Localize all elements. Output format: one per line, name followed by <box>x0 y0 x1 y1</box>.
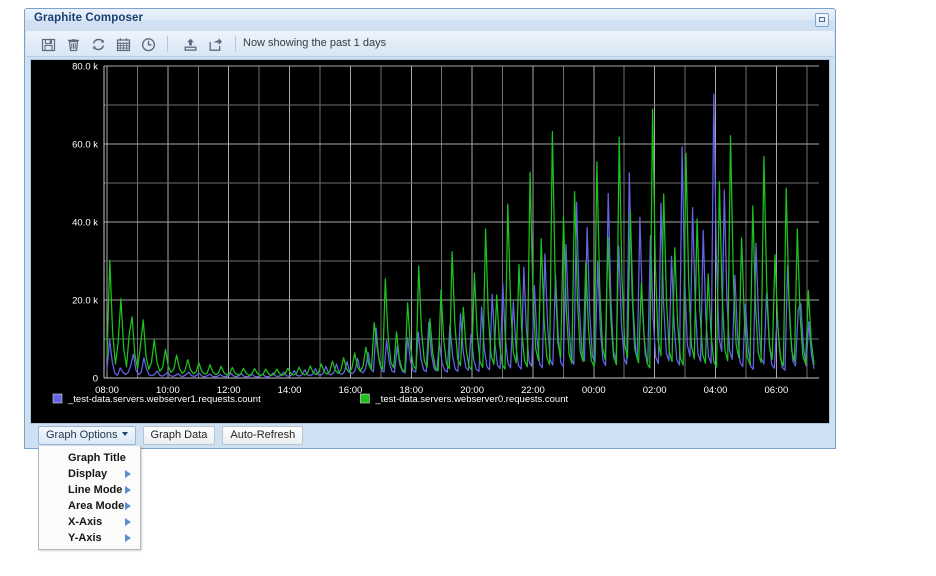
chevron-right-icon <box>125 534 131 542</box>
y-axis-tick-label: 20.0 k <box>72 296 98 307</box>
y-axis-tick-label: 60.0 k <box>72 140 98 151</box>
window-title: Graphite Composer <box>34 12 143 24</box>
composer-toolbar: Now showing the past 1 days <box>26 31 834 57</box>
calendar-icon[interactable] <box>114 35 133 54</box>
graphite-composer-window: Graphite Composer <box>24 8 836 449</box>
auto-refresh-button[interactable]: Auto-Refresh <box>222 426 303 445</box>
x-axis-tick-label: 14:00 <box>278 385 302 396</box>
y-axis-tick-label: 40.0 k <box>72 218 98 229</box>
legend-label: _test-data.servers.webserver1.requests.c… <box>67 394 261 405</box>
menu-item-y-axis[interactable]: Y-Axis <box>39 530 140 546</box>
legend-label: _test-data.servers.webserver0.requests.c… <box>374 394 568 405</box>
restore-icon <box>819 17 825 22</box>
refresh-icon[interactable] <box>89 35 108 54</box>
y-axis-tick-label: 80.0 k <box>72 62 98 73</box>
upload-icon[interactable] <box>181 35 200 54</box>
screen-root: Graphite Composer <box>0 0 936 576</box>
graph-options-label: Graph Options <box>46 429 118 441</box>
clock-icon[interactable] <box>139 35 158 54</box>
toolbar-separator-1 <box>167 36 168 52</box>
graph-image[interactable]: 80.0 k60.0 k40.0 k20.0 k008:0010:0012:00… <box>30 59 830 424</box>
x-axis-tick-label: 00:00 <box>582 385 606 396</box>
restore-window-button[interactable] <box>815 13 829 27</box>
menu-item-label: Line Mode <box>68 484 122 496</box>
time-range-status: Now showing the past 1 days <box>243 37 386 49</box>
share-icon[interactable] <box>206 35 225 54</box>
y-axis-tick-label: 0 <box>93 374 98 385</box>
save-icon[interactable] <box>39 35 58 54</box>
menu-item-label: Display <box>68 468 107 480</box>
menu-item-display[interactable]: Display <box>39 466 140 482</box>
legend-swatch <box>360 394 369 403</box>
legend-swatch <box>53 394 62 403</box>
menu-item-label: Graph Title <box>68 452 126 464</box>
menu-item-area-mode[interactable]: Area Mode <box>39 498 140 514</box>
chevron-right-icon <box>125 502 131 510</box>
toolbar-separator-2 <box>235 36 236 52</box>
chevron-down-icon <box>122 432 128 436</box>
x-axis-tick-label: 16:00 <box>339 385 363 396</box>
graph-options-button[interactable]: Graph Options <box>38 426 136 445</box>
menu-item-line-mode[interactable]: Line Mode <box>39 482 140 498</box>
graph-controls-bar: Graph Options Graph Data Auto-Refresh <box>38 426 310 445</box>
chevron-right-icon <box>125 470 131 478</box>
menu-item-label: Y-Axis <box>68 532 102 544</box>
menu-item-label: X-Axis <box>68 516 102 528</box>
window-titlebar[interactable]: Graphite Composer <box>25 9 835 32</box>
menu-item-label: Area Mode <box>68 500 124 512</box>
chevron-right-icon <box>125 486 131 494</box>
x-axis-tick-label: 02:00 <box>643 385 667 396</box>
graph-canvas: 80.0 k60.0 k40.0 k20.0 k008:0010:0012:00… <box>31 60 829 423</box>
chevron-right-icon <box>125 518 131 526</box>
graph-data-button[interactable]: Graph Data <box>143 426 216 445</box>
x-axis-tick-label: 06:00 <box>764 385 788 396</box>
menu-item-graph-title[interactable]: Graph Title <box>39 450 140 466</box>
menu-item-x-axis[interactable]: X-Axis <box>39 514 140 530</box>
trash-icon[interactable] <box>64 35 83 54</box>
graph-options-menu: Graph Title Display Line Mode Area Mode X-Ax… <box>38 446 141 550</box>
x-axis-tick-label: 04:00 <box>704 385 728 396</box>
